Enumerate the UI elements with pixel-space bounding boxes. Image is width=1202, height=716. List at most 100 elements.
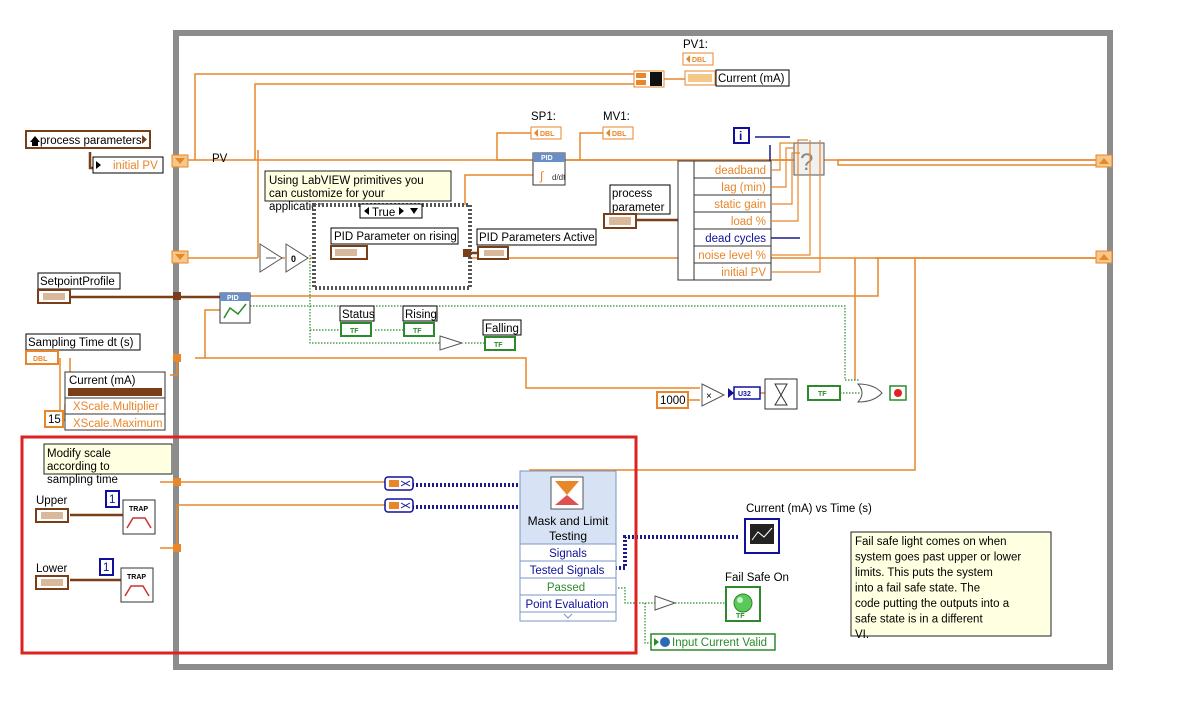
comment-line: Mask and Limit xyxy=(528,514,609,528)
tunnel-upper xyxy=(173,478,181,486)
rising-indicator[interactable]: TF xyxy=(403,322,435,337)
process-parameter-constant-inner xyxy=(609,217,631,225)
sampling-time-label: Sampling Time dt (s) xyxy=(28,337,134,349)
falling-label: Falling xyxy=(485,323,519,335)
bundle-item-label: initial PV xyxy=(721,267,766,279)
constant-1-upper-text: 1 xyxy=(109,494,115,506)
bundle-item-label: load % xyxy=(731,216,766,228)
greater-than-zero-node: 0 xyxy=(285,243,309,273)
bundle-node xyxy=(633,70,665,88)
comment-line: into a fail safe state. The xyxy=(855,583,980,595)
setpoint-generator-node: PID xyxy=(219,292,251,324)
shift-register-right-mid xyxy=(1095,250,1113,264)
mv1-indicator[interactable]: DBL xyxy=(602,126,634,140)
comment-line: code putting the outputs into a xyxy=(855,598,1010,610)
trap-node-lower: TRAP xyxy=(120,567,154,603)
status-label: Status xyxy=(342,309,375,321)
build-waveform-upper xyxy=(384,476,414,491)
waveform-chart-indicator[interactable] xyxy=(744,518,780,554)
pv1-indicator[interactable]: DBL xyxy=(682,52,714,66)
tf-glyph: TF xyxy=(494,342,503,349)
block-diagram: PV1: DBL Current (mA) process parameters… xyxy=(20,30,1113,670)
trap-glyph: TRAP xyxy=(129,506,148,513)
trap-glyph: TRAP xyxy=(127,574,146,581)
tf-glyph: TF xyxy=(736,613,745,620)
u32-glyph: U32 xyxy=(738,391,751,398)
comment-line: limits. This puts the system xyxy=(855,567,993,579)
build-waveform-lower xyxy=(384,498,414,513)
integral-icon: ∫ xyxy=(539,169,544,183)
pid-active-label: PID Parameters Active xyxy=(479,232,595,244)
bundle-rows: deadband lag (min) static gain load % dead c… xyxy=(693,160,772,281)
pid-glyph: PID xyxy=(227,295,239,302)
sp1-indicator[interactable]: DBL xyxy=(530,126,562,140)
falling-indicator[interactable]: TF xyxy=(484,336,516,351)
upper-label: Upper xyxy=(36,495,67,507)
mv1-label: MV1: xyxy=(603,111,630,123)
constant-15-text: 15 xyxy=(48,414,61,426)
process-parameters-label: process parameters xyxy=(40,135,142,147)
pid-rising-constant-inner xyxy=(335,249,357,256)
shift-register-right-top xyxy=(1095,154,1113,168)
lower-label: Lower xyxy=(36,563,67,575)
comment-line: Using LabVIEW primitives you xyxy=(269,175,424,187)
process-parameter-label-1: process xyxy=(612,188,653,200)
fail-safe-led-indicator[interactable]: TF xyxy=(725,586,761,622)
tf-glyph: TF xyxy=(350,328,359,335)
pid-active-indicator-inner xyxy=(484,250,504,256)
shift-register-left-top xyxy=(171,154,189,168)
sampling-time-control[interactable]: DBL xyxy=(25,350,59,365)
constant-1-lower-text: 1 xyxy=(103,562,109,574)
setpoint-profile-control-inner xyxy=(43,293,65,300)
trap-node-upper: TRAP xyxy=(122,499,156,535)
lower-control-inner xyxy=(41,579,63,586)
comment-line: according to xyxy=(47,461,110,473)
derivative-icon: d/dt xyxy=(552,173,566,182)
not-gate-failsafe xyxy=(654,595,677,611)
current-out-label: Current (mA) xyxy=(718,73,785,85)
zero-glyph: 0 xyxy=(291,254,296,264)
comment-line: can customize for your xyxy=(269,188,385,200)
shift-register-left-mid xyxy=(171,250,189,264)
bundle-item-label: noise level % xyxy=(698,250,766,262)
current-chart-label: Current (mA) xyxy=(69,375,136,387)
tested-signals-terminal: Tested Signals xyxy=(530,565,605,577)
compare-node xyxy=(259,243,283,273)
comment-modify-scale-text: Modify scale according to sampling time xyxy=(47,448,118,486)
status-indicator[interactable]: TF xyxy=(340,322,372,337)
loop-index-terminal: i xyxy=(733,127,750,144)
tunnel-lower xyxy=(173,544,181,552)
setpoint-profile-label: SetpointProfile xyxy=(40,276,115,288)
initial-pv-label: initial PV xyxy=(113,160,158,172)
stop-tf-constant[interactable]: TF xyxy=(807,385,841,401)
stop-terminal[interactable] xyxy=(889,385,907,401)
current-out-indicator[interactable] xyxy=(684,70,716,86)
tf-glyph: TF xyxy=(818,391,827,398)
tunnel-sampling xyxy=(173,354,181,362)
upper-control-inner xyxy=(41,512,63,519)
case-tunnel-out xyxy=(463,249,471,257)
multiply-glyph: × xyxy=(706,391,712,402)
or-gate-node xyxy=(856,383,883,403)
passed-terminal: Passed xyxy=(547,582,585,594)
comment-line: safe state is in a different xyxy=(855,614,983,626)
comment-line: sampling time xyxy=(47,474,118,486)
tunnel-setpoint xyxy=(173,292,181,300)
pid-glyph: PID xyxy=(541,155,553,162)
xscale-multiplier-label: XScale.Multiplier xyxy=(73,401,159,413)
pid-node[interactable]: PID ∫ d/dt xyxy=(532,152,566,186)
tf-glyph: TF xyxy=(413,328,422,335)
comment-line: Fail safe light comes on when xyxy=(855,536,1007,548)
bundle-item-label: dead cycles xyxy=(705,233,766,245)
question-glyph: ? xyxy=(800,149,813,176)
dbl-glyph: DBL xyxy=(540,131,555,138)
comment-line: Testing xyxy=(549,529,587,543)
sp1-label: SP1: xyxy=(531,111,556,123)
dbl-glyph: DBL xyxy=(692,57,707,64)
xscale-maximum-label: XScale.Maximum xyxy=(73,418,162,430)
input-current-valid-label: Input Current Valid xyxy=(672,637,767,649)
pv1-label: PV1: xyxy=(683,39,708,51)
chart-reference-bar xyxy=(68,388,162,396)
not-gate-node xyxy=(439,335,464,351)
multiply-node: × xyxy=(701,383,726,407)
